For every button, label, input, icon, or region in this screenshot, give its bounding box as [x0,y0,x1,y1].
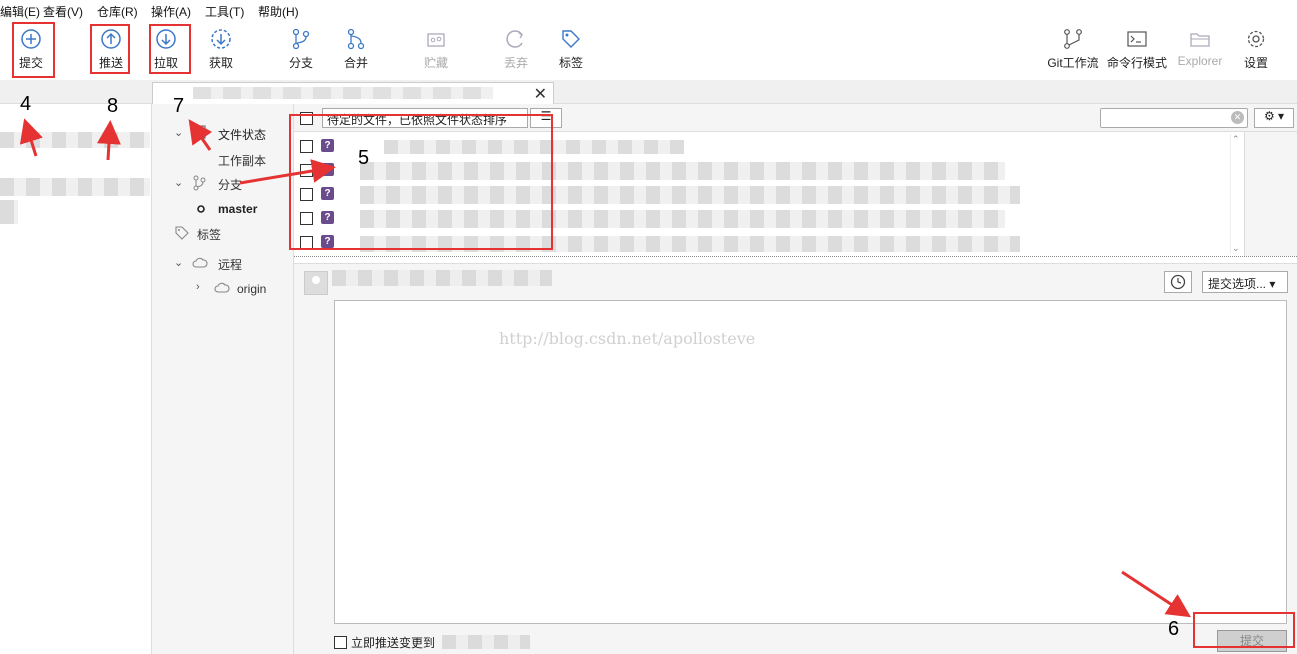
stash-icon [427,33,445,47]
clear-search-icon[interactable]: ✕ [1231,111,1244,124]
discard-icon [506,30,523,48]
cloud-icon [214,282,230,293]
commit-panel: 提交选项... ▾ http://blog.csdn.net/apolloste… [294,264,1297,654]
folder-icon [1190,33,1210,47]
menu-tools[interactable]: 工具(T) [205,3,244,20]
sidebar-item-master[interactable]: master [218,202,257,216]
tag-icon [175,226,189,240]
annotation-number: 8 [107,95,119,117]
blurred-remote-name [442,635,531,649]
annotation-box-commit [12,22,55,78]
gitflow-toolbar-label: Git工作流 [1047,56,1099,70]
chevron-down-icon[interactable]: ⌄ [174,176,183,189]
chevron-down-icon[interactable]: ⌄ [174,126,183,139]
blurred-repo-item[interactable] [0,178,150,196]
scroll-up-icon[interactable]: ⌃ [1232,134,1240,145]
explorer-toolbar-label: Explorer [1177,54,1223,68]
settings-toolbar-button[interactable]: 设置 [1226,26,1286,74]
file-options-button[interactable]: ⚙ ▾ [1254,108,1294,128]
terminal-toolbar-button[interactable]: 命令行模式 [1106,26,1168,74]
annotation-number: 5 [358,147,370,169]
tag-toolbar-label: 标签 [558,56,583,70]
cloud-icon [192,257,208,268]
annotation-number: 4 [20,93,32,115]
file-list-scrollbar[interactable]: ⌃ ⌄ [1230,134,1242,254]
annotation-box-push [90,24,130,74]
fetch-toolbar-button[interactable]: 获取 [191,26,251,74]
blurred-author [332,270,552,286]
current-branch-icon [197,205,205,213]
sidebar-item-origin[interactable]: origin [237,282,266,296]
annotation-number: 7 [173,95,185,117]
annotation-number: 6 [1168,618,1180,640]
repo-tab-title-blurred [193,87,493,99]
repo-tab[interactable]: ✕ [152,82,554,104]
sidebar-remotes[interactable]: 远程 [218,256,242,273]
gitflow-icon [1064,29,1082,49]
discard-toolbar-button[interactable]: 丢弃 [486,26,546,74]
fetch-icon [211,29,231,49]
menu-actions[interactable]: 操作(A) [151,3,191,20]
repository-list-pane [0,104,152,654]
repo-sidebar: ⌄ 文件状态 工作副本 ⌄ 分支 master 标签 ⌄ 远程 › origin [152,104,294,654]
commit-options-select[interactable]: 提交选项... ▾ [1202,271,1288,293]
avatar [304,271,328,295]
annotation-box-files [289,114,553,250]
commit-history-button[interactable] [1164,271,1192,293]
tag-icon [562,30,580,48]
tag-toolbar-button[interactable]: 标签 [541,26,601,74]
search-input[interactable]: ✕ [1100,108,1248,128]
commit-options-label: 提交选项... [1208,277,1267,291]
merge-icon [347,28,365,50]
merge-toolbar-button[interactable]: 合并 [326,26,386,74]
pane-splitter[interactable] [294,256,1297,264]
sidebar-branches[interactable]: 分支 [218,176,242,193]
push-immediately-option[interactable]: 立即推送变更到 [334,634,531,651]
terminal-toolbar-label: 命令行模式 [1106,56,1167,70]
menu-view[interactable]: 查看(V) [43,3,83,20]
toolbar: 提交 推送 拉取 获取 分支 合并 贮藏 丢弃 标签 Git工作流 命令行模式 [0,20,1297,80]
close-icon[interactable]: ✕ [534,84,547,104]
terminal-icon [1127,31,1147,47]
gitflow-toolbar-button[interactable]: Git工作流 [1043,26,1103,74]
stash-toolbar-button[interactable]: 贮藏 [406,26,466,74]
explorer-toolbar-button[interactable]: Explorer [1170,26,1230,74]
annotation-box-submit [1193,612,1295,648]
chevron-down-icon[interactable]: ⌄ [174,256,183,269]
chevron-right-icon[interactable]: › [196,281,200,293]
sidebar-item-working-copy[interactable]: 工作副本 [218,152,266,169]
branch-icon [193,175,206,191]
repo-tab-strip: ✕ [0,80,1297,104]
merge-toolbar-label: 合并 [343,56,368,70]
push-immediately-checkbox[interactable] [334,636,347,649]
gear-icon: ⚙ [1263,109,1275,123]
branch-icon [292,28,310,50]
sidebar-tags[interactable]: 标签 [197,226,221,243]
right-panel-strip [1244,132,1297,256]
file-status-icon [192,125,206,139]
fetch-toolbar-label: 获取 [208,56,233,70]
branch-toolbar-label: 分支 [288,56,313,70]
commit-message-input[interactable]: http://blog.csdn.net/apollosteve [334,300,1287,624]
blurred-repo-item[interactable] [0,132,150,148]
menu-edit[interactable]: 编辑(E) [0,3,40,20]
settings-toolbar-label: 设置 [1243,56,1268,70]
clock-icon [1170,274,1186,290]
watermark-text: http://blog.csdn.net/apollosteve [499,329,756,348]
menu-repository[interactable]: 仓库(R) [97,3,138,20]
gear-icon [1247,30,1265,48]
discard-toolbar-label: 丢弃 [503,56,528,70]
menu-bar: 编辑(E) 查看(V) 仓库(R) 操作(A) 工具(T) 帮助(H) [0,0,1297,20]
menu-help[interactable]: 帮助(H) [258,3,299,20]
annotation-box-pull [149,24,191,74]
scroll-down-icon[interactable]: ⌄ [1232,243,1240,254]
sidebar-file-status[interactable]: 文件状态 [218,126,266,143]
branch-toolbar-button[interactable]: 分支 [271,26,331,74]
push-immediately-label: 立即推送变更到 [351,636,436,650]
blurred-repo-item [0,200,18,224]
stash-toolbar-label: 贮藏 [423,56,448,70]
